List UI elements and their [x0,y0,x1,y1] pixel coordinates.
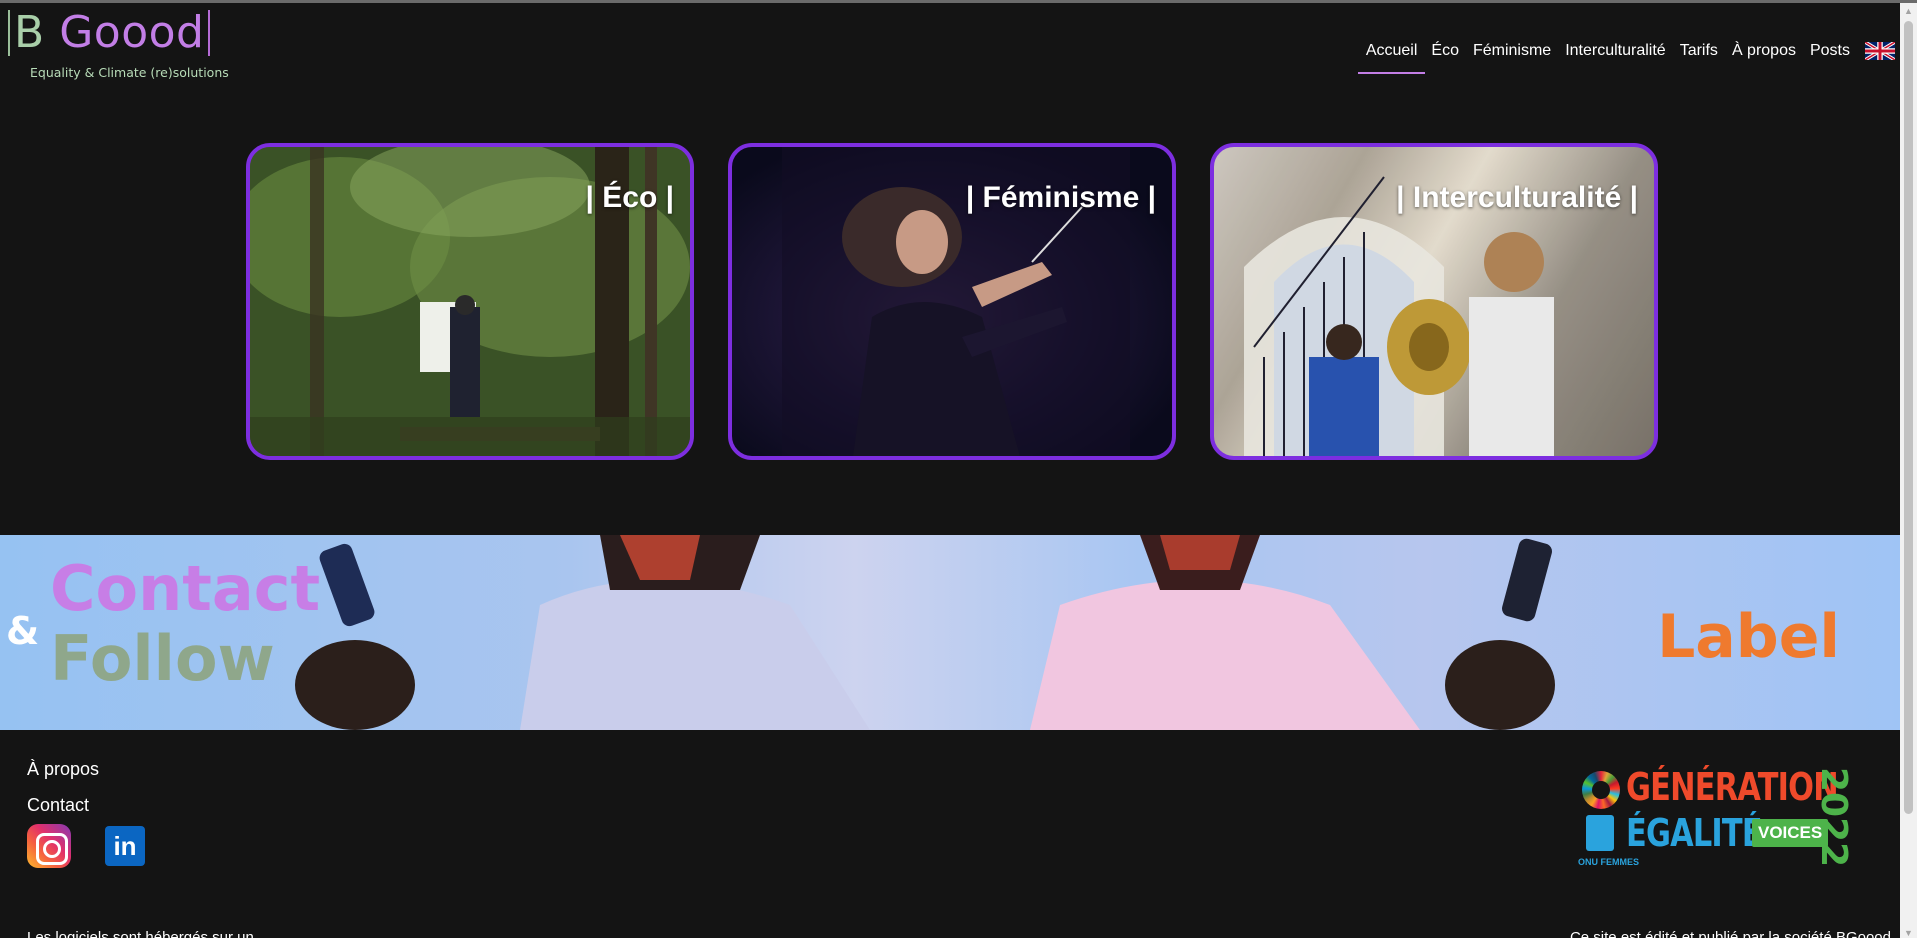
card-eco[interactable]: | Éco | [246,143,694,460]
generation-egalite-badge[interactable]: ONU FEMMES GÉNÉRATION ÉGALITÉ VOICES 202… [1576,765,1862,873]
nav-item-eco[interactable]: Éco [1424,39,1466,63]
card-label: | Éco | [585,181,674,214]
nav-item-accueil[interactable]: Accueil [1357,39,1425,74]
logo-word: Goood [59,7,205,58]
card-label: | Féminisme | [965,181,1156,214]
contact-follow-banner: & Contact Follow Label [0,535,1900,730]
scrollbar-thumb[interactable] [1904,21,1913,814]
scroll-up-arrow-icon[interactable]: ▲ [1904,6,1913,16]
logo-text: B Goood [10,8,208,58]
logo-bar-right [208,10,211,56]
sdg-wheel-icon [1582,771,1620,809]
legal-text-left: Les logiciels sont hébergés sur un [27,929,254,938]
vertical-scrollbar[interactable]: ▲ ▼ [1900,3,1917,938]
card-label: | Interculturalité | [1396,181,1638,214]
badge-line1: GÉNÉRATION [1626,765,1839,809]
footer-links: À propos Contact [27,751,99,823]
category-cards: | Éco | | Féminisme | | Interculturalité… [246,143,1658,460]
legal-text-right: Ce site est édité et publié par la socié… [1569,929,1891,938]
badge-year: 2022 [1813,767,1854,868]
footer-link-contact[interactable]: Contact [27,787,99,823]
uk-flag-icon[interactable] [1865,42,1895,60]
linkedin-text: in [113,830,137,861]
nav-item-feminisme[interactable]: Féminisme [1466,39,1558,63]
page: B Goood Equality & Climate (re)solutions… [0,0,1917,938]
main-nav: Accueil Éco Féminisme Interculturalité T… [1357,39,1895,74]
badge-line2: ÉGALITÉ [1626,811,1763,855]
card-feminisme[interactable]: | Féminisme | [728,143,1176,460]
nav-item-interculturalite[interactable]: Interculturalité [1558,39,1673,63]
logo-tagline: Equality & Climate (re)solutions [30,65,229,80]
banner-contact-heading[interactable]: Contact [50,557,320,621]
logo-letter: B [14,7,45,58]
scroll-down-arrow-icon[interactable]: ▼ [1904,928,1913,938]
badge-org: ONU FEMMES [1578,857,1640,867]
instagram-icon[interactable] [27,824,71,868]
footer-link-a-propos[interactable]: À propos [27,751,99,787]
nav-item-tarifs[interactable]: Tarifs [1673,39,1725,63]
social-links: in [27,824,145,868]
nav-item-posts[interactable]: Posts [1803,39,1857,63]
banner-follow-heading[interactable]: Follow [50,627,275,691]
banner-label-heading[interactable]: Label [1657,605,1840,669]
linkedin-icon[interactable]: in [105,826,145,866]
banner-ampersand: & [6,609,40,653]
un-women-icon [1586,815,1614,851]
site-logo[interactable]: B Goood [8,7,211,59]
nav-item-a-propos[interactable]: À propos [1725,39,1803,63]
card-interculturalite[interactable]: | Interculturalité | [1210,143,1658,460]
